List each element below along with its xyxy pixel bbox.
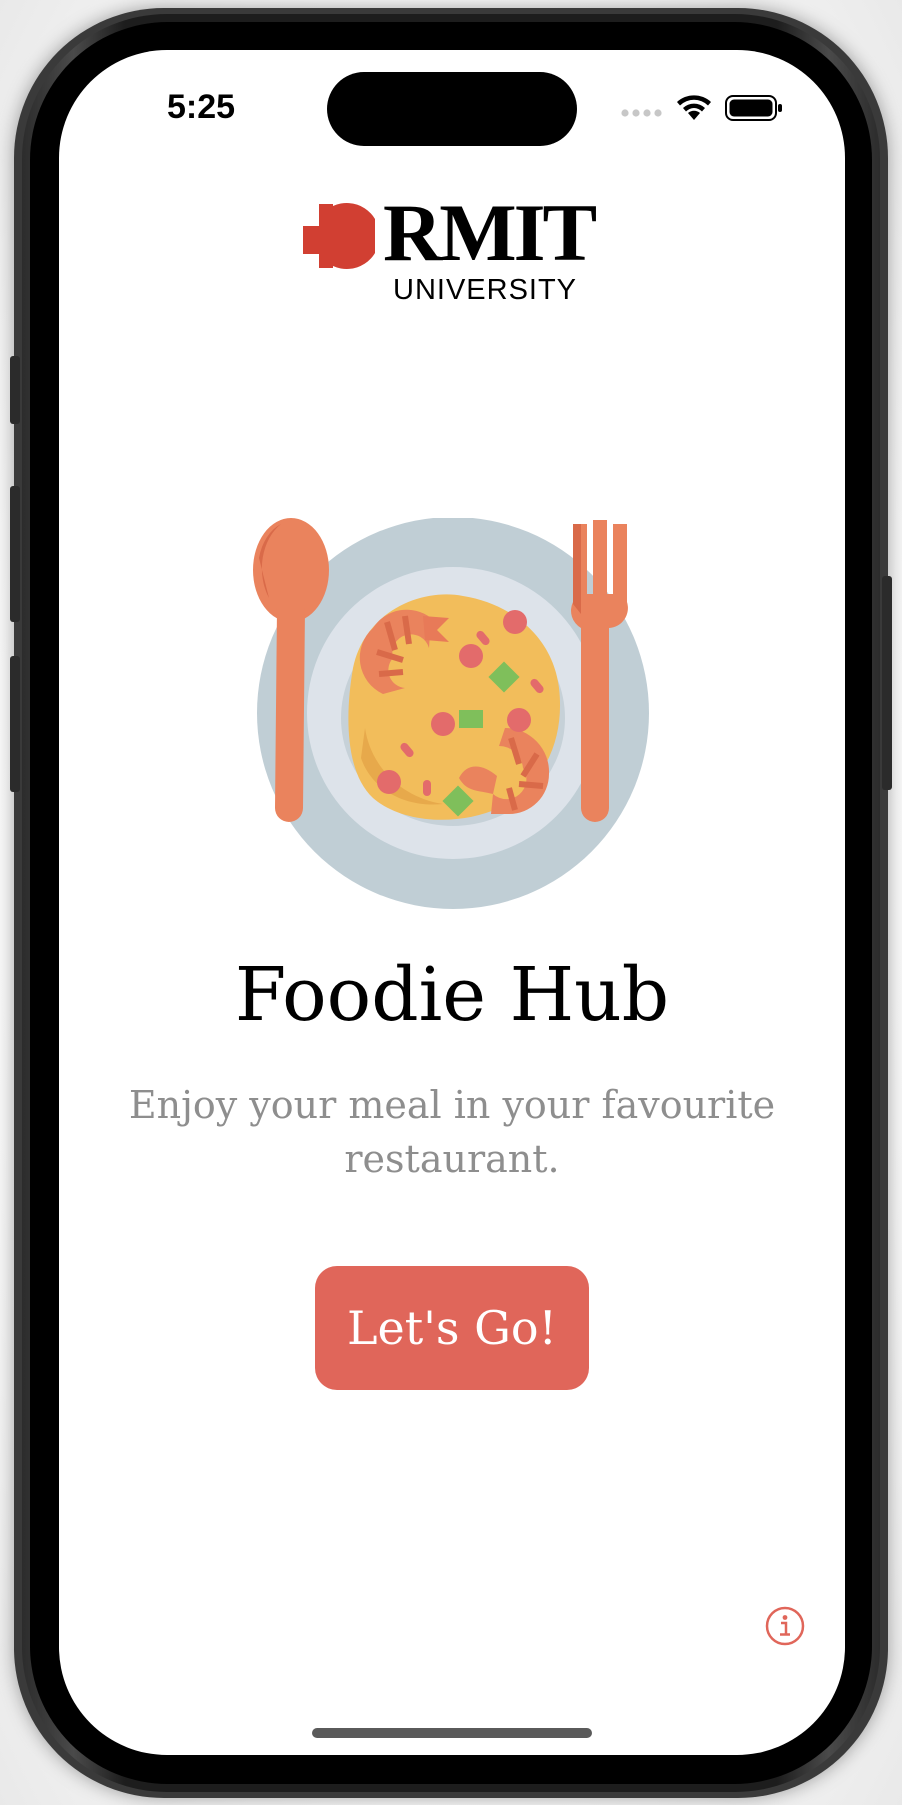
rmit-pixel-logo-icon [303, 203, 375, 269]
device-stage: 5:25 RMIT UNIVERSITY Foodie Hub Enjoy yo… [0, 0, 902, 1805]
volume-down-button [10, 656, 20, 792]
dynamic-island [327, 72, 577, 146]
power-button [882, 576, 892, 790]
status-time: 5:25 [167, 88, 236, 126]
home-indicator[interactable] [312, 1728, 592, 1738]
action-button [10, 356, 20, 424]
volume-up-button [10, 486, 20, 622]
plate-with-paella-spoon-fork-icon [253, 518, 649, 909]
logo-subtitle: UNIVERSITY [393, 274, 578, 306]
lets-go-button[interactable]: Let's Go! [315, 1266, 589, 1390]
info-icon[interactable] [765, 1606, 805, 1646]
app-title: Foodie Hub [234, 952, 670, 1038]
logo-wordmark: RMIT [383, 187, 597, 278]
battery-icon [725, 95, 782, 121]
wifi-icon [677, 95, 711, 120]
app-subtitle: Enjoy your meal in your favourite restau… [128, 1083, 776, 1181]
cellular-signal-icon [621, 109, 662, 117]
app-screen: 5:25 RMIT UNIVERSITY Foodie Hub Enjoy yo… [59, 50, 845, 1755]
rmit-logo: RMIT UNIVERSITY [303, 188, 603, 310]
